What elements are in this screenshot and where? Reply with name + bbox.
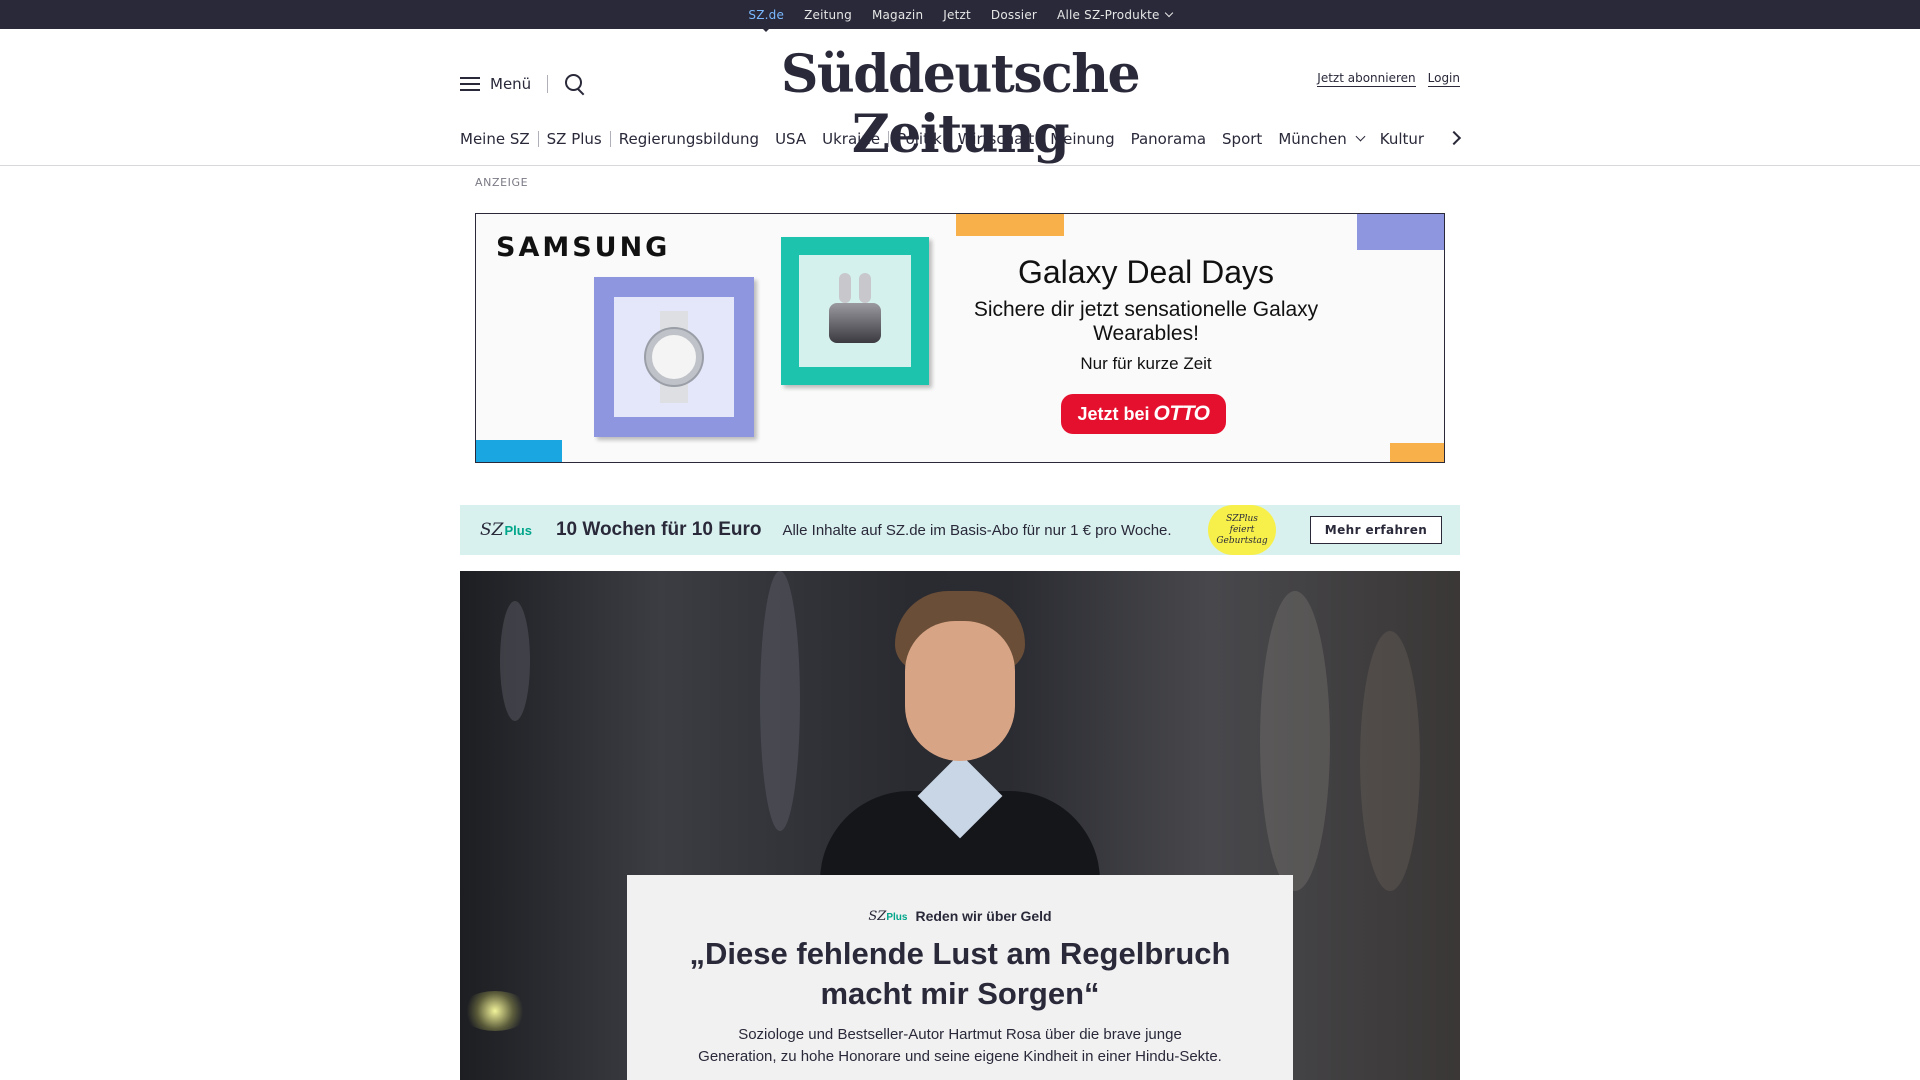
chevron-down-icon (1164, 8, 1173, 17)
promo-description: Alle Inhalte auf SZ.de im Basis-Abo für … (782, 521, 1172, 539)
badge-line: Geburtstag (1216, 535, 1268, 546)
szplus-logo: SZPlus (480, 520, 532, 540)
ressort-nav: Meine SZ SZ Plus Regierungsbildung USA U… (460, 130, 1432, 148)
nav-item-muenchen[interactable]: München (1270, 130, 1371, 148)
promo-offer: 10 Wochen für 10 Euro (555, 519, 762, 540)
nav-item-usa[interactable]: USA (767, 130, 814, 148)
otto-logo: OTTO (1153, 402, 1210, 425)
menu-button[interactable]: Menü (490, 75, 531, 93)
product-link-jetzt[interactable]: Jetzt (943, 8, 971, 22)
badge-line: SZPlus (1226, 513, 1258, 524)
nav-item-sz-plus[interactable]: SZ Plus (539, 130, 610, 148)
bokeh-light (1260, 591, 1330, 891)
bokeh-light (1360, 631, 1420, 891)
ad-banner[interactable]: SAMSUNG Galaxy Deal Days Sichere dir jet… (475, 213, 1445, 463)
lead-article-teaser[interactable]: SZPlus Reden wir über Geld „Diese fehlen… (627, 875, 1293, 1080)
ad-brand-logo: SAMSUNG (496, 232, 671, 263)
article-summary: Soziologe und Bestseller-Autor Hartmut R… (698, 1026, 1222, 1065)
article-kicker: SZPlus Reden wir über Geld (627, 908, 1293, 924)
decor-block (476, 440, 562, 462)
ad-subline: Sichere dir jetzt sensationelle Galaxy W… (973, 298, 1319, 345)
decor-block (1357, 214, 1444, 250)
nav-item-kultur[interactable]: Kultur (1372, 130, 1432, 148)
nav-item-muenchen-label: München (1278, 130, 1347, 148)
login-link[interactable]: Login (1427, 71, 1460, 87)
ad-watch-image (594, 277, 754, 437)
nav-item-meine-sz[interactable]: Meine SZ (460, 130, 538, 148)
kicker-text: Reden wir über Geld (915, 908, 1052, 924)
product-link-zeitung[interactable]: Zeitung (804, 8, 852, 22)
subscription-promo: SZPlus 10 Wochen für 10 Euro Alle Inhalt… (460, 505, 1460, 555)
hamburger-icon[interactable] (460, 77, 480, 91)
nav-item-ukraine[interactable]: Ukraine (814, 130, 888, 148)
lamp-light (460, 991, 530, 1031)
szplus-logo-sz: SZ (480, 520, 504, 540)
bokeh-light (760, 571, 800, 831)
product-link-szde[interactable]: SZ.de (748, 8, 784, 22)
ad-cta-button[interactable]: Jetzt bei OTTO (1061, 394, 1226, 434)
nav-item-wirtschaft[interactable]: Wirtschaft (950, 130, 1042, 148)
menu-area: Menü (460, 73, 586, 95)
nav-item-regierungsbildung[interactable]: Regierungsbildung (611, 130, 767, 148)
product-link-all-products[interactable]: Alle SZ-Produkte (1057, 7, 1173, 22)
ad-cta-prefix: Jetzt bei (1077, 403, 1150, 424)
kicker-logo-sz: SZ (868, 908, 887, 924)
ad-label: ANZEIGE (475, 176, 529, 189)
bokeh-light (500, 601, 530, 721)
nav-item-panorama[interactable]: Panorama (1123, 130, 1214, 148)
badge-line: feiert (1229, 524, 1255, 535)
chevron-down-icon (1355, 131, 1366, 142)
product-link-magazin[interactable]: Magazin (872, 8, 923, 22)
nav-item-politik[interactable]: Politik (889, 130, 950, 148)
szplus-logo: SZPlus (868, 909, 907, 924)
ad-small-text: Nur für kurze Zeit (1080, 354, 1212, 373)
watch-icon (646, 329, 702, 385)
szplus-logo-plus: Plus (504, 523, 532, 538)
subscribe-link[interactable]: Jetzt abonnieren (1317, 71, 1416, 87)
birthday-badge: SZPlus feiert Geburtstag (1208, 505, 1276, 555)
article-headline[interactable]: „Diese fehlende Lust am Regelbruch macht… (627, 934, 1293, 1014)
nav-item-sport[interactable]: Sport (1214, 130, 1270, 148)
nav-item-meinung[interactable]: Meinung (1042, 130, 1122, 148)
chevron-right-icon[interactable] (1446, 130, 1462, 146)
more-info-button[interactable]: Mehr erfahren (1310, 516, 1442, 544)
decor-block (956, 214, 1064, 236)
site-header: Menü Süddeutsche Zeitung Jetzt abonniere… (0, 29, 1920, 166)
ad-earbuds-image (781, 237, 929, 385)
ad-headline: Galaxy Deal Days (1017, 254, 1275, 290)
decor-block (1390, 443, 1444, 462)
kicker-logo-plus: Plus (886, 911, 908, 923)
product-bar: SZ.de Zeitung Magazin Jetzt Dossier Alle… (0, 0, 1920, 29)
divider (547, 75, 549, 93)
product-link-dossier[interactable]: Dossier (991, 8, 1037, 22)
search-icon[interactable] (564, 73, 586, 95)
account-links: Jetzt abonnieren Login (1317, 71, 1460, 87)
earbuds-icon (829, 273, 881, 343)
all-products-label: Alle SZ-Produkte (1057, 7, 1160, 22)
